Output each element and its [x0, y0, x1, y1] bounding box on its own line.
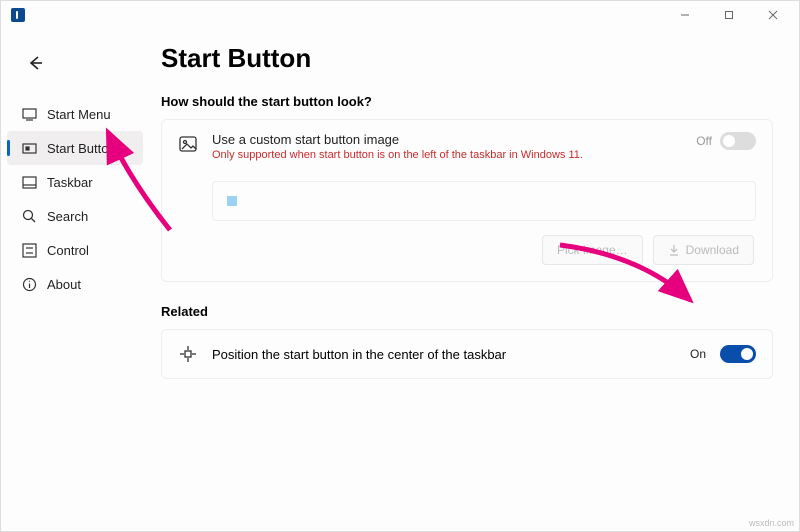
custom-image-warning: Only supported when start button is on t…	[212, 149, 684, 161]
preview-marker-icon	[227, 196, 237, 206]
close-button[interactable]	[751, 1, 795, 29]
related-heading: Related	[161, 304, 773, 319]
app-icon	[11, 8, 25, 22]
sidebar-item-control[interactable]: Control	[1, 233, 149, 267]
watermark: wsxdn.com	[749, 518, 794, 528]
sidebar-item-search[interactable]: Search	[1, 199, 149, 233]
download-button[interactable]: Download	[653, 235, 754, 265]
minimize-button[interactable]	[663, 1, 707, 29]
related-item-label: Position the start button in the center …	[212, 347, 676, 362]
monitor-icon	[21, 106, 37, 122]
sidebar-item-label: Search	[47, 209, 88, 224]
back-button[interactable]	[19, 47, 51, 79]
titlebar	[1, 1, 799, 29]
info-icon	[21, 276, 37, 292]
sidebar-item-label: Start Menu	[47, 107, 111, 122]
custom-image-toggle-label: Off	[696, 134, 712, 148]
content-pane: Start Button How should the start button…	[149, 29, 799, 531]
sidebar-item-label: Control	[47, 243, 89, 258]
window-controls	[663, 1, 795, 29]
page-title: Start Button	[161, 43, 773, 74]
related-item-toggle[interactable]	[720, 345, 756, 363]
button-icon	[21, 140, 37, 156]
sidebar-item-start-button[interactable]: Start Button	[7, 131, 143, 165]
download-label: Download	[686, 243, 739, 257]
app-window: Start Menu Start Button Taskbar	[0, 0, 800, 532]
custom-image-title: Use a custom start button image	[212, 132, 684, 147]
section-heading: How should the start button look?	[161, 94, 773, 109]
image-icon	[178, 134, 200, 156]
search-icon	[21, 208, 37, 224]
image-preview-box[interactable]	[212, 181, 756, 221]
pick-image-button[interactable]: Pick image…	[542, 235, 643, 265]
related-toggle-label: On	[690, 347, 706, 361]
control-icon	[21, 242, 37, 258]
sidebar-item-label: About	[47, 277, 81, 292]
sidebar: Start Menu Start Button Taskbar	[1, 29, 149, 531]
sidebar-item-label: Start Button	[47, 141, 116, 156]
sidebar-item-taskbar[interactable]: Taskbar	[1, 165, 149, 199]
sidebar-item-label: Taskbar	[47, 175, 93, 190]
taskbar-icon	[21, 174, 37, 190]
maximize-button[interactable]	[707, 1, 751, 29]
custom-image-card: Use a custom start button image Only sup…	[161, 119, 773, 282]
position-icon	[178, 344, 198, 364]
pick-image-label: Pick image…	[557, 243, 628, 257]
sidebar-item-start-menu[interactable]: Start Menu	[1, 97, 149, 131]
related-item-card: Position the start button in the center …	[161, 329, 773, 379]
custom-image-toggle[interactable]	[720, 132, 756, 150]
sidebar-item-about[interactable]: About	[1, 267, 149, 301]
